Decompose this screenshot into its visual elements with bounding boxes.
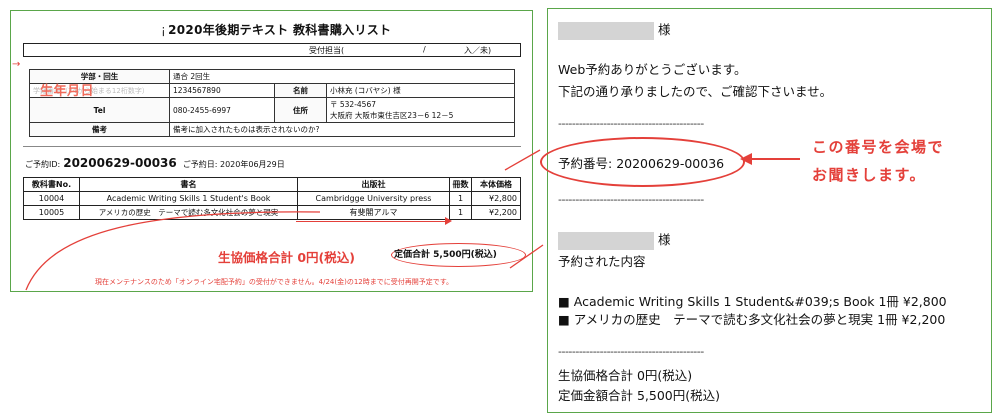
greeting: Web予約ありがとうございます。 bbox=[558, 62, 747, 77]
table-row: Tel 080-2455-6997 住所 〒 532-4567 大阪府 大阪市東… bbox=[29, 97, 515, 123]
reception-label: 受付担当( bbox=[309, 46, 345, 55]
name-label: 名前 bbox=[274, 83, 327, 98]
honorific: 様 bbox=[657, 22, 671, 37]
reservation-number-label: 予約番号: bbox=[558, 156, 613, 171]
order-sheet-screenshot: ¡ 2020年後期テキスト 教科書購入リスト 受付担当( / 入／未) → 学部・… bbox=[10, 10, 533, 292]
reception-slash: / bbox=[423, 45, 426, 54]
divider bbox=[23, 146, 521, 147]
remarks-label: 備考 bbox=[29, 122, 170, 137]
reception-box: 受付担当( / 入／未) bbox=[23, 43, 521, 57]
list-total: 定価合計 5,500円(税込) bbox=[394, 250, 497, 260]
book-no: 10004 bbox=[23, 191, 80, 206]
book-price: ¥2,800 bbox=[471, 191, 521, 206]
left-arrow-icon bbox=[740, 153, 800, 165]
birthdate-overlay-label: 生年月日 bbox=[40, 84, 95, 99]
list-item: ■ Academic Writing Skills 1 Student&#039… bbox=[558, 294, 947, 309]
coop-total: 生協価格合計 0円(税込) bbox=[558, 368, 693, 383]
reservation-id: 20200629-00036 bbox=[63, 156, 177, 170]
book-title: アメリカの歴史 テーマで読む多文化社会の夢と現実 bbox=[79, 205, 298, 220]
remarks-value: 備考に加入されたものは表示されないのか? bbox=[169, 122, 515, 137]
separator: ----------------------------------------… bbox=[558, 193, 704, 206]
pointer-arrow bbox=[296, 217, 452, 225]
tel-label: Tel bbox=[29, 97, 170, 123]
separator: ----------------------------------------… bbox=[558, 117, 704, 130]
address-label: 住所 bbox=[274, 97, 327, 123]
reservation-id-label: ご予約ID: bbox=[25, 160, 61, 169]
coop-total: 生協価格合計 0円(税込) bbox=[218, 250, 355, 265]
maintenance-notice: 現在メンテナンスのため「オンライン宅配予約」の受付ができません。4/24(金)の… bbox=[95, 278, 454, 286]
book-title: Academic Writing Skills 1 Student's Book bbox=[79, 191, 298, 206]
confirm-text: 下記の通り承りましたので、ご確認下さいませ。 bbox=[558, 84, 833, 99]
confirmation-email: 様 Web予約ありがとうございます。 下記の通り承りましたので、ご確認下さいませ… bbox=[540, 8, 992, 413]
reservation-date: 2020年06月29日 bbox=[220, 160, 285, 169]
list-total: 定価金額合計 5,500円(税込) bbox=[558, 388, 721, 403]
book-qty: 1 bbox=[449, 191, 472, 206]
callout-line-2: お聞きします。 bbox=[812, 166, 927, 184]
col-header-price: 本体価格 bbox=[471, 177, 521, 192]
sheet-title-text: 2020年後期テキスト 教科書購入リスト bbox=[168, 23, 392, 37]
address-value: 大阪府 大阪市東住吉区23－6 12－5 bbox=[330, 111, 454, 120]
recipient-line: 様 bbox=[558, 19, 671, 40]
student-id-value: 1234567890 bbox=[169, 83, 275, 98]
faculty-value: 通合 2回生 bbox=[169, 69, 515, 84]
callout-line-1: この番号を会場で bbox=[812, 138, 945, 156]
recipient-line: 様 bbox=[558, 229, 671, 250]
reception-status: 入／未) bbox=[464, 46, 492, 55]
book-publisher: 有斐閣アルマ bbox=[297, 205, 450, 220]
table-row: 備考 備考に加入されたものは表示されないのか? bbox=[29, 122, 515, 137]
title-mark: ¡ bbox=[161, 23, 167, 37]
reservation-number: 20200629-00036 bbox=[616, 156, 725, 171]
table-header-row: 教科書No. 書名 出版社 冊数 本体価格 bbox=[23, 177, 521, 192]
book-price: ¥2,200 bbox=[471, 205, 521, 220]
reservation-line: ご予約ID: 20200629-00036 ご予約日: 2020年06月29日 bbox=[25, 156, 285, 170]
separator: ----------------------------------------… bbox=[558, 345, 704, 358]
tel-value: 080-2455-6997 bbox=[169, 97, 275, 123]
customer-info-table: 学部・回生 通合 2回生 学籍番号（34から始まる12桁数字） 生年月日 123… bbox=[29, 69, 515, 137]
table-row: 学籍番号（34から始まる12桁数字） 生年月日 1234567890 名前 小林… bbox=[29, 83, 515, 99]
student-id-label-cell: 学籍番号（34から始まる12桁数字） 生年月日 bbox=[29, 83, 170, 99]
redacted-name bbox=[558, 231, 654, 250]
redacted-name bbox=[558, 21, 654, 40]
honorific: 様 bbox=[657, 232, 671, 247]
callout-text: この番号を会場で お聞きします。 bbox=[812, 133, 944, 189]
table-row: 10004 Academic Writing Skills 1 Student'… bbox=[23, 191, 521, 206]
col-header-title: 書名 bbox=[79, 177, 298, 192]
books-table: 教科書No. 書名 出版社 冊数 本体価格 10004 Academic Wri… bbox=[23, 177, 521, 220]
sheet-title: ¡ 2020年後期テキスト 教科書購入リスト bbox=[161, 21, 391, 38]
address-zip: 〒 532-4567 bbox=[330, 100, 376, 109]
col-header-publisher: 出版社 bbox=[297, 177, 450, 192]
name-value: 小林充 (コバヤシ) 様 bbox=[326, 83, 515, 98]
reservation-number-line: 予約番号: 20200629-00036 bbox=[558, 153, 724, 172]
reserved-content-label: 予約された内容 bbox=[558, 254, 646, 269]
list-item: ■ アメリカの歴史 テーマで読む多文化社会の夢と現実 1冊 ¥2,200 bbox=[558, 312, 946, 327]
reservation-date-label: ご予約日: bbox=[182, 160, 218, 169]
col-header-no: 教科書No. bbox=[23, 177, 80, 192]
col-header-qty: 冊数 bbox=[449, 177, 472, 192]
small-arrow-icon: → bbox=[12, 59, 21, 70]
book-publisher: Cambridgge University press bbox=[297, 191, 450, 206]
book-qty: 1 bbox=[449, 205, 472, 220]
address-cell: 〒 532-4567 大阪府 大阪市東住吉区23－6 12－5 bbox=[326, 97, 515, 123]
book-no: 10005 bbox=[23, 205, 80, 220]
table-row: 学部・回生 通合 2回生 bbox=[29, 69, 515, 84]
